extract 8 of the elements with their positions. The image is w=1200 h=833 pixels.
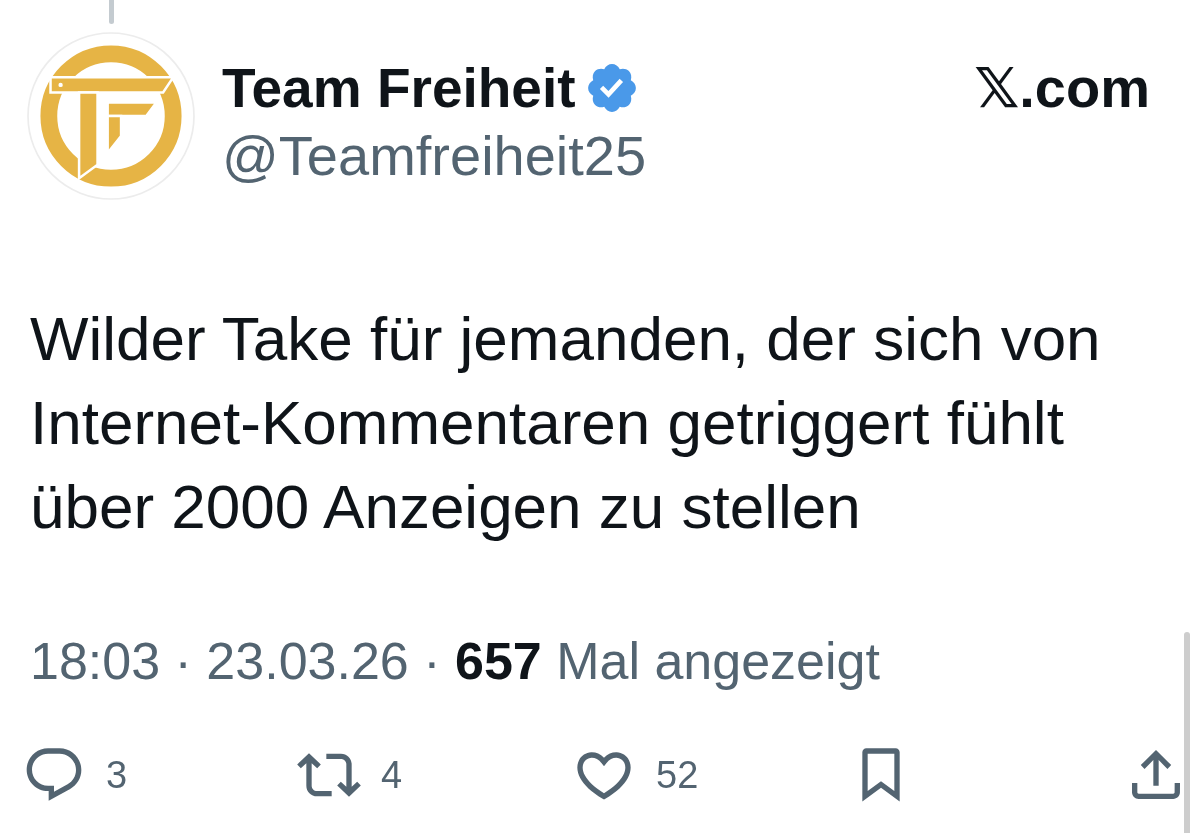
like-button[interactable]: 52 — [572, 743, 699, 807]
post-text: Wilder Take für jemanden, der sich von Internet-Kommentaren getriggert fühlt über 2000 Anzeigen zu stellen — [30, 303, 1101, 543]
site-label: 𝕏.com — [974, 56, 1150, 120]
repost-button[interactable]: 4 — [297, 743, 403, 807]
display-name[interactable]: Team Freiheit — [222, 56, 576, 120]
post-metadata: 18:03 · 23.03.26 · 657 Mal angezeigt — [30, 631, 880, 691]
reply-button[interactable]: 3 — [22, 743, 128, 807]
user-handle[interactable]: @Teamfreiheit25 — [222, 124, 647, 188]
